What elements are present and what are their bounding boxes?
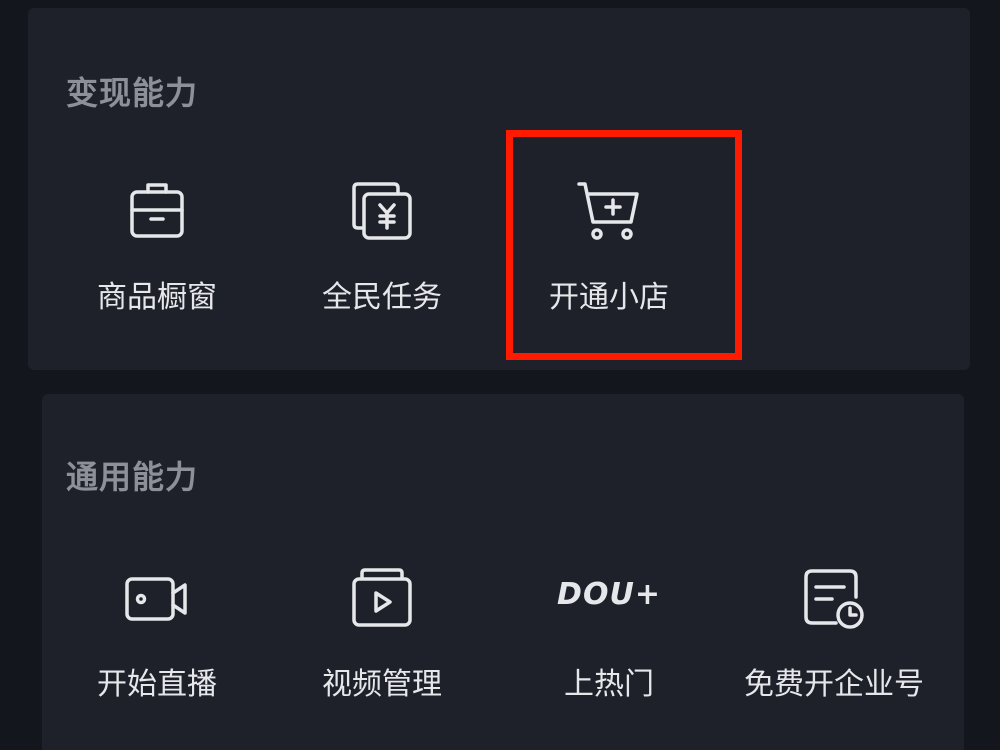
start-live-label: 开始直播 xyxy=(97,667,217,702)
yuan-task-icon xyxy=(348,178,416,246)
monetize-section-title: 变现能力 xyxy=(66,74,199,112)
enterprise-account-button[interactable]: 免费开企业号 xyxy=(734,565,934,735)
video-camera-icon xyxy=(123,565,191,633)
shop-window-button[interactable]: 商品橱窗 xyxy=(57,178,257,348)
start-live-button[interactable]: 开始直播 xyxy=(57,565,257,735)
national-task-button[interactable]: 全民任务 xyxy=(282,178,482,348)
open-store-label: 开通小店 xyxy=(549,280,669,315)
open-store-button[interactable]: 开通小店 xyxy=(509,178,709,348)
enterprise-account-label: 免费开企业号 xyxy=(744,667,924,702)
shop-window-label: 商品橱窗 xyxy=(97,280,217,315)
enterprise-account-icon xyxy=(800,565,868,633)
video-manage-label: 视频管理 xyxy=(322,667,442,702)
cart-plus-icon xyxy=(575,178,643,246)
hot-promote-button[interactable]: DOU+ 上热门 xyxy=(509,565,709,735)
hot-promote-label: 上热门 xyxy=(564,667,654,702)
general-section-title: 通用能力 xyxy=(66,458,199,496)
dou-plus-icon: DOU+ xyxy=(557,577,661,612)
creator-tools-page: 变现能力 商品橱窗 全民任务 开通小店 通用能力 开始直播 视频管理 DOU+ … xyxy=(0,0,1000,750)
shop-window-icon xyxy=(123,178,191,246)
national-task-label: 全民任务 xyxy=(322,280,442,315)
video-manage-button[interactable]: 视频管理 xyxy=(282,565,482,735)
video-manage-icon xyxy=(348,565,416,633)
